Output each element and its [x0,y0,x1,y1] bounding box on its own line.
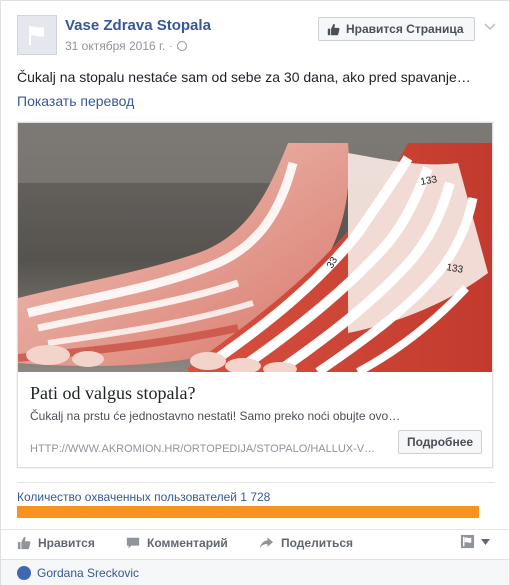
learn-more-button[interactable]: Подробнее [398,430,482,454]
reach-progress-bar [17,506,479,518]
link-preview-title[interactable]: Pati od valgus stopala? [30,383,195,404]
reach-progress-fill [17,506,479,518]
post-card: Vase Zdrava Stopala 31 октября 2016 г. ·… [0,0,510,585]
post-text: Čukalj na stopalu nestaće sam od sebe za… [17,69,471,85]
comment-button[interactable]: Комментарий [126,536,228,550]
comment-label: Комментарий [147,536,228,550]
like-page-button[interactable]: Нравится Страница [318,17,475,41]
page-name-link[interactable]: Vase Zdrava Stopala [65,17,211,34]
commenter-name[interactable]: Gordana Sreckovic [37,566,139,580]
thumbs-up-icon [327,23,340,35]
link-preview-url: HTTP://WWW.AKROMION.HR/ORTOPEDIJA/STOPAL… [30,443,376,455]
like-button[interactable]: Нравится [17,536,95,550]
share-arrow-icon [259,537,274,549]
link-preview-card[interactable]: 133 33 133 Pati od valgus stopala? Čukal… [17,122,493,468]
link-preview-description: Čukalj na prstu će jednostavno nestati! … [30,409,401,423]
post-meta: 31 октября 2016 г. · [65,39,187,53]
reach-count-link[interactable]: Количество охваченных пользователей 1 72… [17,490,270,504]
flag-icon [29,26,44,45]
caret-down-icon [481,538,490,545]
like-label: Нравится [38,536,95,550]
post-header: Vase Zdrava Stopala 31 октября 2016 г. ·… [17,15,497,59]
meta-separator: · [169,40,173,52]
page-avatar[interactable] [17,15,57,55]
comment-as-bar: Gordana Sreckovic [1,559,509,585]
link-preview-image[interactable]: 133 33 133 [18,123,492,372]
divider [17,482,495,483]
comment-icon [126,537,140,549]
globe-icon[interactable] [176,41,187,51]
flag-icon [460,534,475,549]
anatomy-feet-illustration: 133 33 133 [18,123,492,372]
thumbs-up-icon [17,536,31,550]
like-page-label: Нравится Страница [346,22,464,36]
share-options-menu[interactable] [460,534,490,549]
avatar[interactable] [17,566,31,580]
post-actions-bar: Нравится Комментарий Поделиться [1,529,509,557]
post-date[interactable]: 31 октября 2016 г. [65,39,165,53]
chevron-down-icon[interactable] [483,19,497,33]
show-translation-link[interactable]: Показать перевод [17,93,134,109]
share-button[interactable]: Поделиться [259,536,353,550]
share-label: Поделиться [281,536,354,550]
